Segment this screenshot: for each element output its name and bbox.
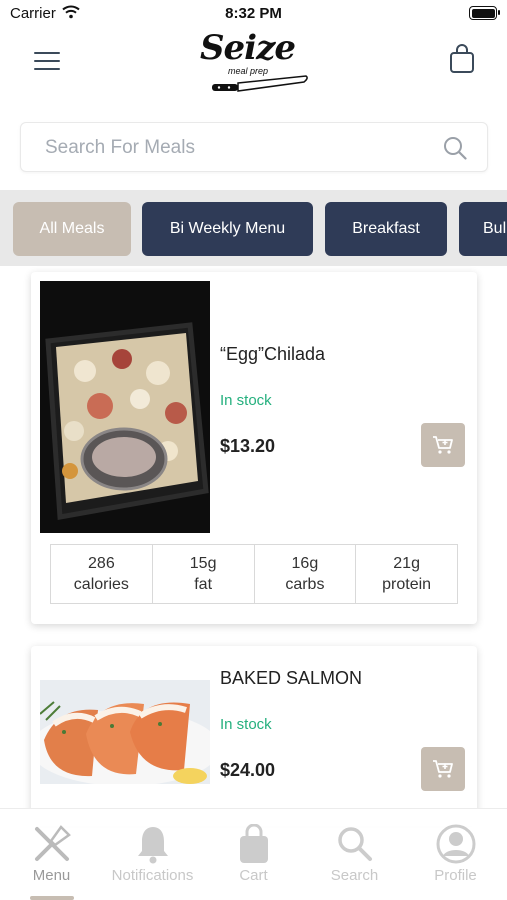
tab-label: Menu: [32, 867, 71, 884]
nutrition-protein: 21g protein: [382, 555, 432, 593]
add-to-cart-button[interactable]: [421, 747, 465, 791]
product-card[interactable]: “Egg”Chilada In stock $13.20 286 calorie…: [31, 272, 477, 624]
tab-profile[interactable]: Profile: [405, 823, 506, 885]
product-price: $24.00: [220, 760, 276, 780]
app-header: Seize meal prep: [0, 28, 507, 108]
status-bar: Carrier 8:32 PM: [0, 0, 507, 28]
product-card[interactable]: BAKED SALMON In stock $24.00: [31, 646, 477, 826]
search-icon[interactable]: [443, 136, 467, 160]
bell-icon: [137, 827, 168, 864]
add-cart-icon: [433, 436, 453, 454]
tab-cart[interactable]: Cart: [203, 823, 304, 885]
product-image-baked-salmon: [40, 680, 210, 784]
bag-icon: [239, 824, 268, 863]
tab-label: Notifications: [111, 867, 194, 884]
stock-status: In stock: [220, 392, 272, 409]
add-to-cart-button[interactable]: [421, 423, 465, 467]
status-time: 8:32 PM: [225, 5, 282, 22]
search-box: [20, 122, 488, 172]
tab-notifications[interactable]: Notifications: [102, 823, 203, 885]
product-name: “Egg”Chilada: [220, 344, 326, 364]
tab-search[interactable]: Search: [304, 823, 405, 885]
product-name: BAKED SALMON: [220, 668, 363, 688]
nutrition-fat: 15g fat: [153, 545, 255, 603]
bottom-tab-bar: Menu Notifications Cart Search Profile: [0, 808, 507, 900]
seize-logo: Seize meal prep: [198, 28, 310, 100]
battery-icon: [469, 6, 500, 20]
tab-label: Search: [330, 867, 379, 884]
shopping-bag-icon[interactable]: [449, 44, 475, 79]
nutrition-table: 286 calories 15g fat 16g carbs 21g prote…: [50, 544, 458, 604]
nutrition-calories: 286 calories: [51, 545, 153, 603]
fork-knife-icon: [34, 825, 71, 861]
tab-label: Cart: [239, 867, 268, 884]
hamburger-menu-icon[interactable]: [34, 52, 60, 72]
product-image-egg-chilada: [40, 281, 210, 533]
stock-status: In stock: [220, 716, 272, 733]
search-input[interactable]: [45, 135, 445, 161]
logo-text: Seize: [200, 28, 296, 68]
category-breakfast[interactable]: Breakfast: [325, 202, 447, 256]
search-icon: [337, 827, 372, 861]
category-all-meals[interactable]: All Meals: [13, 202, 131, 256]
profile-icon: [436, 824, 475, 864]
product-price: $13.20: [220, 436, 276, 456]
nutrition-carbs: 16g carbs: [255, 545, 357, 603]
category-bi-weekly-menu[interactable]: Bi Weekly Menu: [142, 202, 313, 256]
tab-label: Profile: [434, 867, 477, 884]
add-cart-icon: [433, 760, 453, 778]
category-bar: All Meals Bi Weekly Menu Breakfast Bul: [0, 190, 507, 266]
chef-knife-icon: [212, 75, 308, 92]
active-tab-indicator: [30, 896, 74, 900]
category-bulk[interactable]: Bul: [459, 202, 507, 256]
tab-menu[interactable]: Menu: [1, 823, 102, 885]
